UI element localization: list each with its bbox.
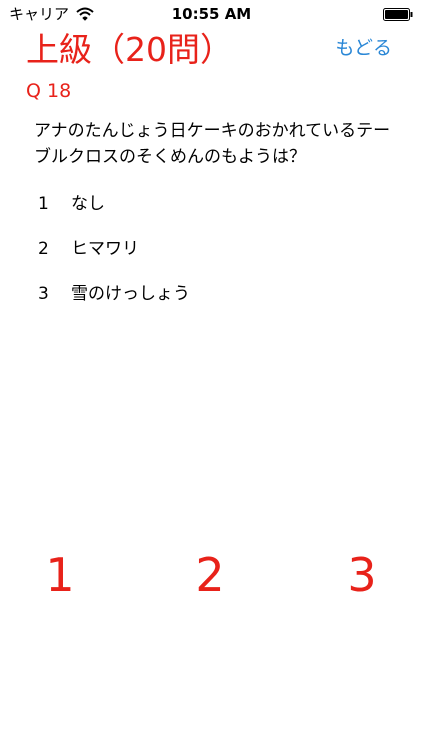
battery-icon	[383, 8, 413, 21]
status-time: 10:55 AM	[171, 5, 252, 23]
option-item-3: 3 雪のけっしょう	[38, 271, 398, 316]
option-label: 雪のけっしょう	[71, 283, 190, 304]
page-title: 上級（20問）	[26, 30, 233, 69]
option-number: 3	[38, 283, 49, 304]
option-item-1: 1 なし	[38, 181, 398, 226]
option-number: 2	[38, 238, 49, 259]
question-number: Q 18	[26, 80, 72, 102]
option-number: 1	[38, 193, 49, 214]
option-item-2: 2 ヒマワリ	[38, 226, 398, 271]
option-list: 1 なし 2 ヒマワリ 3 雪のけっしょう	[38, 181, 398, 316]
option-label: なし	[71, 193, 105, 214]
status-bar: キャリア 10:55 AM	[0, 0, 423, 28]
answer-button-2[interactable]: 2	[170, 545, 250, 605]
back-button[interactable]: もどる	[335, 36, 392, 60]
answer-button-group: 1 2 3	[0, 545, 423, 605]
answer-button-1[interactable]: 1	[20, 545, 100, 605]
answer-button-3[interactable]: 3	[322, 545, 402, 605]
option-label: ヒマワリ	[71, 238, 139, 259]
question-text: アナのたんじょう日ケーキのおかれているテーブルクロスのそくめんのもようは？	[34, 121, 391, 167]
